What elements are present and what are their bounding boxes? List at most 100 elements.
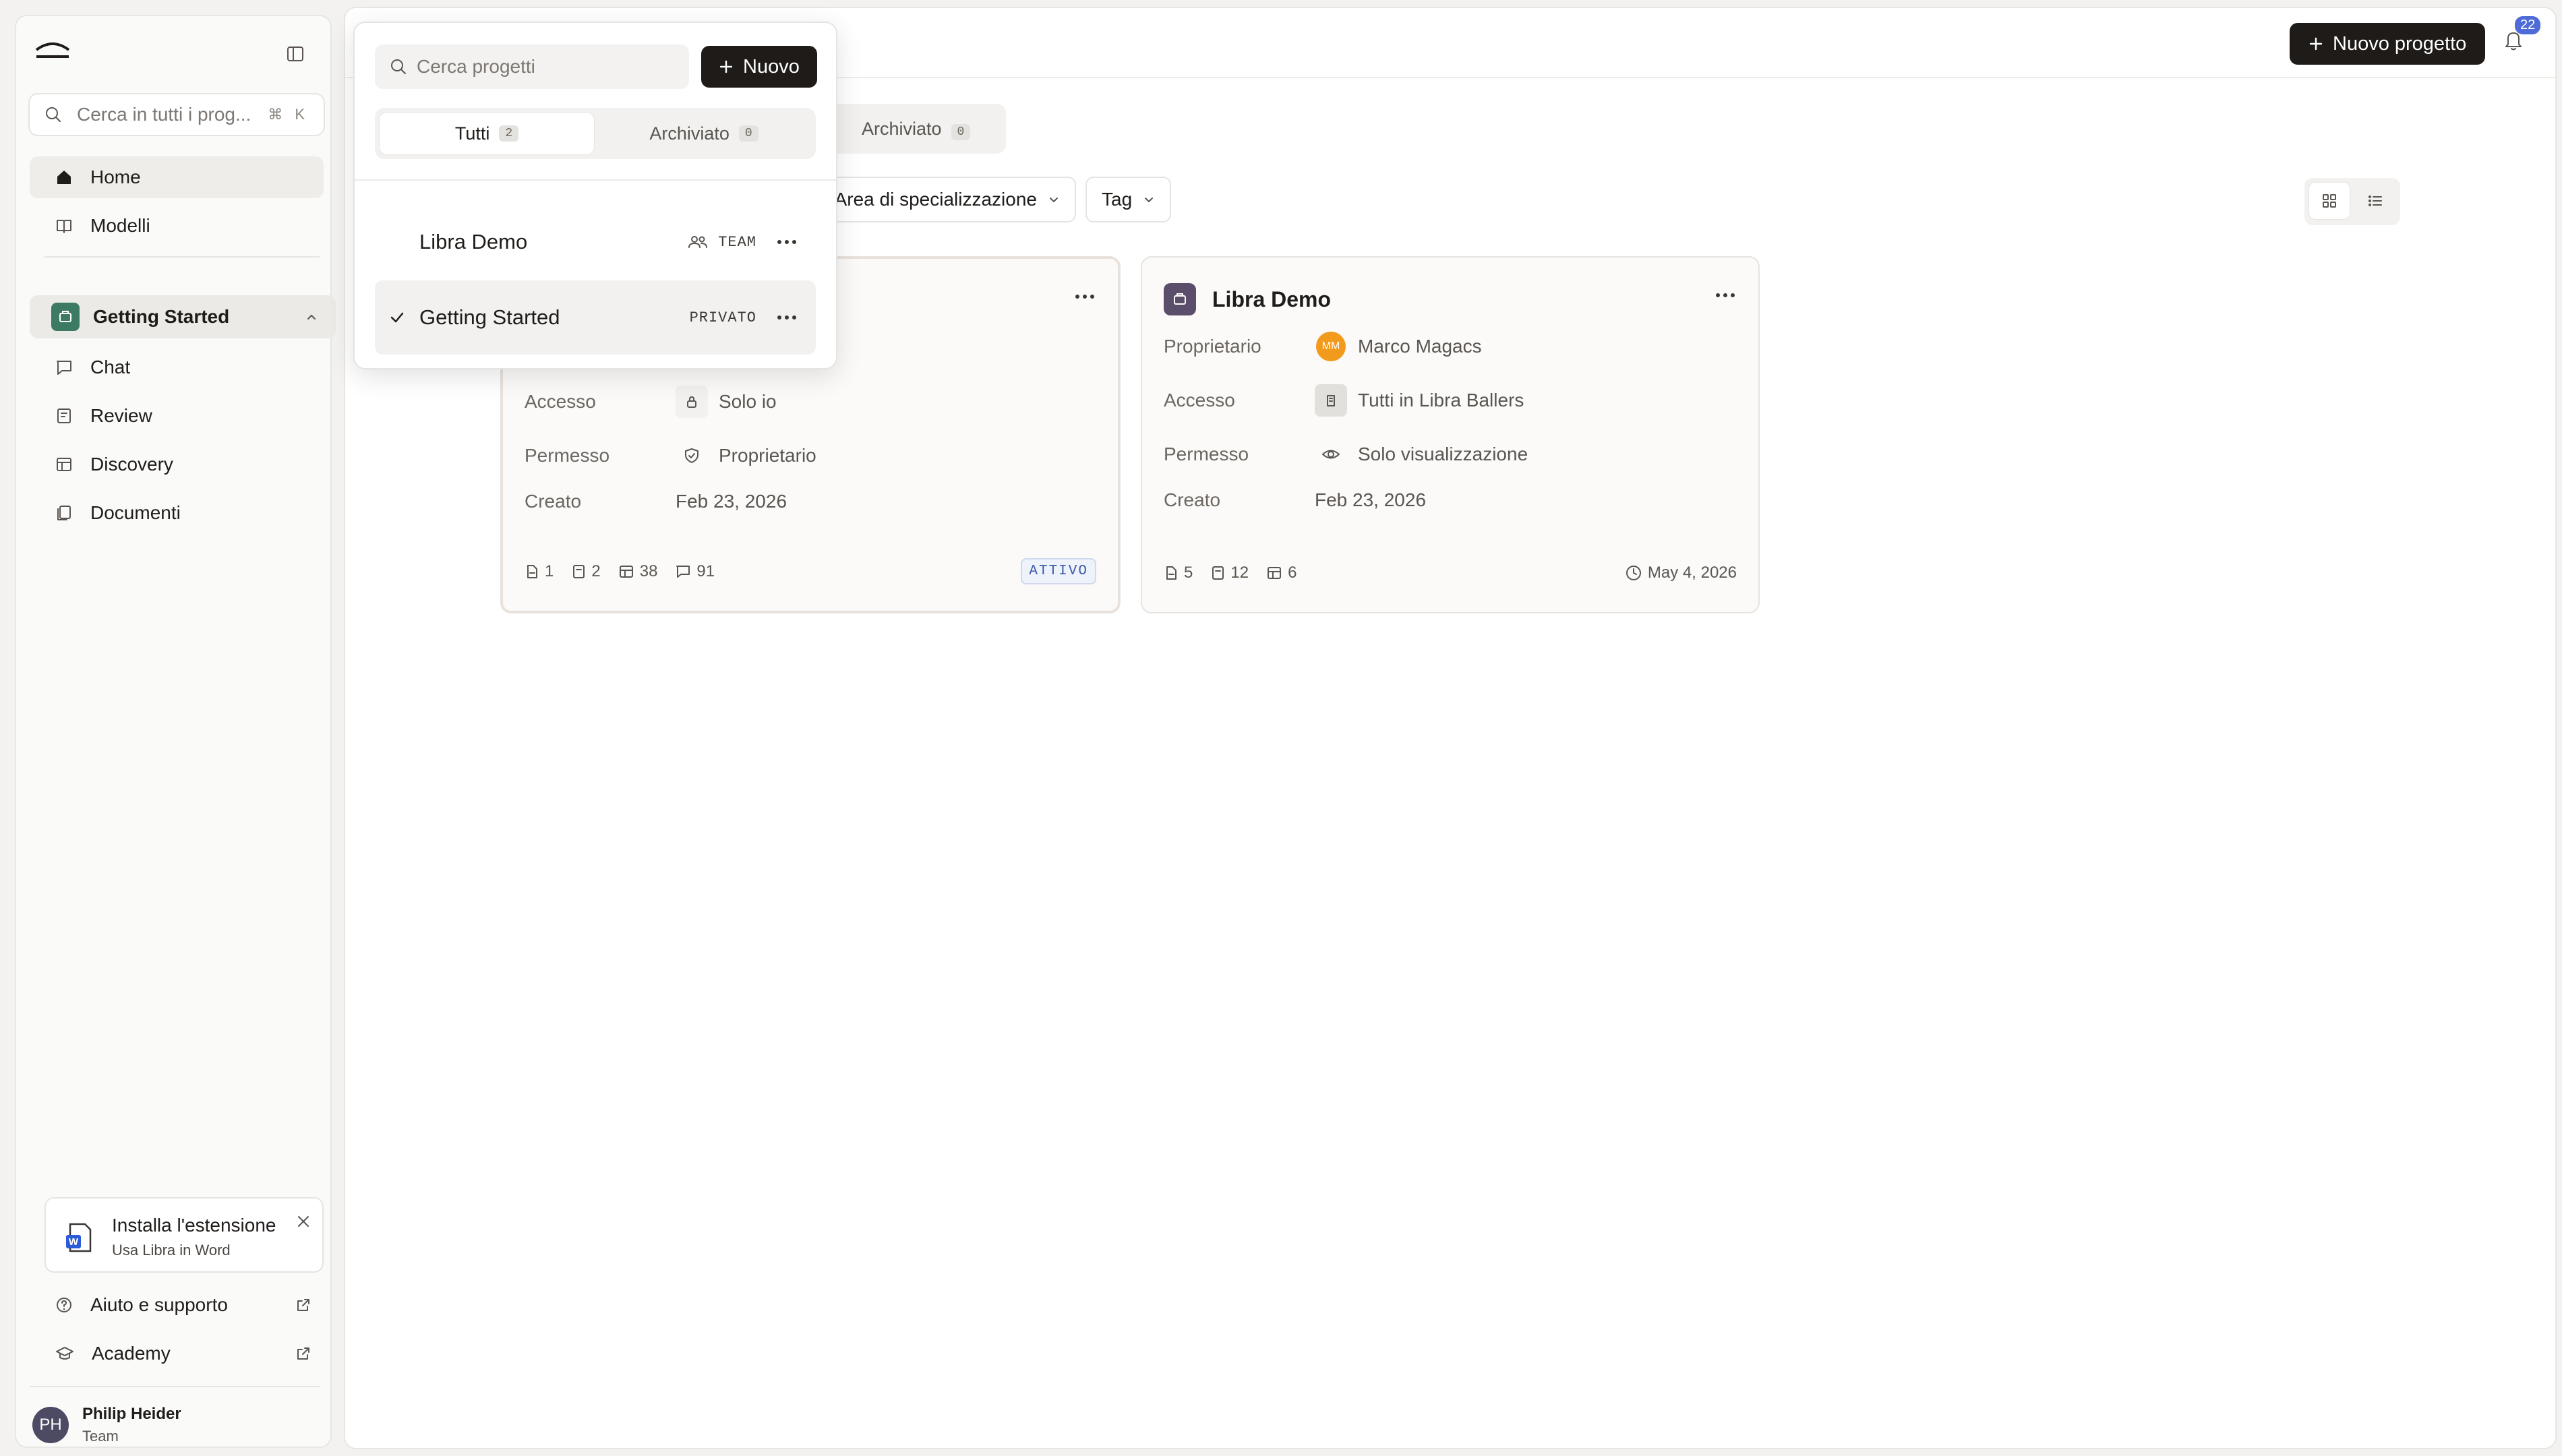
dropdown-tabs: Tutti 2 Archiviato 0 — [375, 108, 816, 159]
card-stats: 5 12 6 — [1164, 564, 1314, 582]
user-role: Team — [82, 1428, 119, 1445]
row-value: Marco Magacs — [1358, 336, 1482, 357]
sidebar-item-modelli[interactable]: Modelli — [30, 205, 324, 247]
filter-specialization-dropdown[interactable]: Area di specializzazione — [812, 177, 1076, 222]
review-icon — [573, 565, 585, 578]
dropdown-item-libra-demo[interactable]: Libra Demo TEAM — [375, 205, 816, 279]
more-options-icon[interactable] — [777, 315, 797, 320]
project-card-libra-demo[interactable]: Libra Demo Proprietario MM Marco Magacs A… — [1141, 256, 1760, 613]
external-link-icon — [297, 1299, 309, 1311]
sidebar-item-label: Home — [90, 166, 141, 187]
sidebar-project-getting-started[interactable]: Getting Started — [30, 295, 336, 338]
row-value: Feb 23, 2026 — [676, 491, 787, 512]
promo-title: Installa l'estensione — [112, 1215, 276, 1236]
grid-view-button[interactable] — [2308, 182, 2350, 220]
row-key: Accesso — [1164, 390, 1235, 411]
extension-promo-card[interactable]: W Installa l'estensione Usa Libra in Wor… — [44, 1197, 324, 1273]
tab-label: Archiviato — [862, 119, 942, 139]
plus-icon — [719, 60, 733, 73]
global-search-input[interactable]: Cerca in tutti i prog... ⌘ K — [28, 93, 325, 136]
sidebar-collapse-icon[interactable] — [286, 44, 305, 63]
new-project-button[interactable]: Nuovo progetto — [2290, 23, 2486, 65]
row-key: Proprietario — [1164, 336, 1261, 357]
tab-label: Tutti — [454, 123, 490, 144]
book-icon — [57, 220, 71, 233]
filter-tag-dropdown[interactable]: Tag — [1085, 177, 1172, 222]
chevron-down-icon — [1145, 198, 1154, 202]
stat-tables: 6 — [1288, 564, 1297, 582]
card-row-created: Creato Feb 23, 2026 — [1164, 489, 1426, 511]
more-options-icon[interactable] — [777, 239, 797, 245]
list-icon — [2369, 195, 2382, 206]
card-name: Libra Demo — [1212, 286, 1332, 311]
date-value: May 4, 2026 — [1647, 564, 1737, 582]
more-options-icon[interactable] — [1075, 294, 1095, 299]
search-icon — [391, 59, 406, 74]
chat-icon — [57, 361, 71, 375]
close-icon[interactable] — [295, 1213, 311, 1230]
new-project-label: Nuovo progetto — [2333, 32, 2467, 55]
sidebar-item-home[interactable]: Home — [30, 156, 324, 198]
card-row-owner: Proprietario MM Marco Magacs — [1164, 330, 1482, 363]
view-toggle — [2304, 178, 2400, 225]
svg-text:W: W — [69, 1236, 79, 1248]
sidebar-item-documenti[interactable]: Documenti — [30, 492, 324, 534]
filter-label: Tag — [1102, 189, 1133, 210]
dropdown-item-getting-started[interactable]: Getting Started PRIVATO — [375, 280, 816, 355]
project-icon — [1164, 283, 1196, 315]
sidebar-item-label: Aiuto e supporto — [90, 1294, 228, 1315]
sidebar-item-academy[interactable]: Academy — [30, 1333, 330, 1374]
row-key: Permesso — [525, 445, 610, 466]
sidebar-item-help[interactable]: Aiuto e supporto — [30, 1285, 330, 1325]
sidebar-item-label: Modelli — [90, 215, 150, 236]
tab-archiviato[interactable]: Archiviato 0 — [596, 112, 812, 155]
notification-badge: 22 — [2515, 16, 2541, 34]
search-placeholder: Cerca in tutti i prog... — [77, 104, 251, 125]
list-view-button[interactable] — [2354, 182, 2396, 220]
sidebar-item-review[interactable]: Review — [30, 395, 324, 437]
search-icon — [46, 107, 61, 122]
avatar: PH — [32, 1407, 69, 1443]
team-icon — [688, 236, 708, 248]
sidebar-item-label: Chat — [90, 357, 131, 377]
item-name: Getting Started — [419, 305, 560, 329]
row-value: Tutti in Libra Ballers — [1358, 390, 1524, 411]
card-stats: 1 2 38 91 — [525, 562, 732, 581]
word-document-icon: W — [66, 1223, 92, 1252]
table-icon — [619, 566, 633, 578]
tab-count: 2 — [499, 125, 519, 142]
stat-tables: 38 — [639, 562, 658, 580]
graduation-cap-icon — [56, 1347, 73, 1360]
more-options-icon[interactable] — [1715, 293, 1735, 298]
row-value: Proprietario — [719, 445, 816, 466]
new-button[interactable]: Nuovo — [701, 46, 817, 88]
sidebar-divider — [44, 256, 320, 257]
project-search-input[interactable]: Cerca progetti — [375, 44, 689, 89]
stat-reviews: 2 — [591, 562, 601, 580]
document-icon — [1166, 566, 1176, 580]
clock-icon — [1626, 566, 1641, 580]
table-icon — [1268, 567, 1282, 579]
user-profile[interactable]: PH Philip Heider Team — [32, 1405, 181, 1445]
project-icon — [51, 303, 80, 331]
stat-documents: 5 — [1184, 564, 1193, 582]
lock-icon — [676, 386, 708, 418]
libra-logo-icon[interactable] — [34, 36, 71, 63]
tab-count: 0 — [951, 124, 971, 140]
sidebar: Cerca in tutti i prog... ⌘ K Home Modell… — [15, 15, 336, 1448]
sidebar-divider — [30, 1386, 320, 1387]
card-row-created: Creato Feb 23, 2026 — [525, 491, 787, 512]
search-placeholder: Cerca progetti — [417, 56, 535, 77]
stat-reviews: 12 — [1230, 564, 1249, 582]
card-row-access: Accesso Tutti in Libra Ballers — [1164, 384, 1524, 417]
tab-archiviato[interactable]: Archiviato 0 — [817, 104, 1006, 154]
item-tag: PRIVATO — [689, 309, 756, 326]
card-row-permission: Permesso Solo visualizzazione — [1164, 438, 1528, 471]
sidebar-item-chat[interactable]: Chat — [30, 346, 324, 388]
item-tag: TEAM — [687, 234, 756, 251]
tab-tutti[interactable]: Tutti 2 — [379, 112, 595, 155]
sidebar-item-discovery[interactable]: Discovery — [30, 444, 324, 485]
stat-chats: 91 — [696, 562, 715, 580]
item-name: Libra Demo — [419, 230, 528, 253]
owner-avatar: MM — [1315, 330, 1347, 363]
